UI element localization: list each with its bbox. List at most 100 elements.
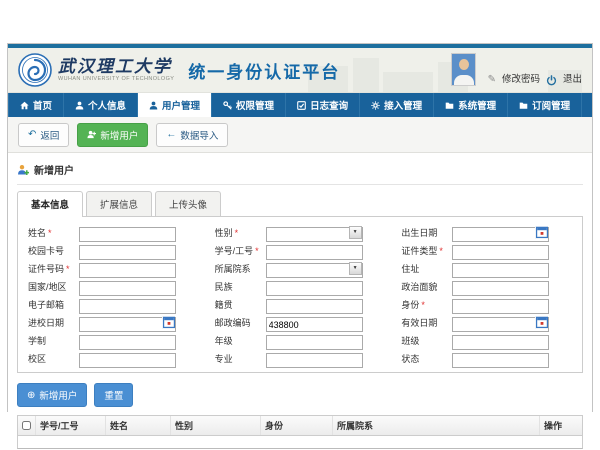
grade-input[interactable] [266, 335, 363, 350]
back-button[interactable]: ↶ 返回 [18, 123, 69, 147]
required-asterisk: * [255, 246, 259, 256]
dropdown-arrow-icon[interactable]: ▼ [349, 262, 362, 275]
nav-item-home[interactable]: 首页 [8, 93, 64, 117]
tab-extended-info[interactable]: 扩展信息 [86, 191, 152, 216]
reset-button[interactable]: 重置 [94, 383, 133, 407]
user-icon [149, 101, 158, 110]
field-label-id-number: 证件号码* [22, 262, 79, 275]
field-label-schooling-length: 学制 [22, 334, 79, 347]
form-field-id-type: 证件类型* [395, 242, 578, 258]
email-input[interactable] [79, 299, 176, 314]
campus-input[interactable] [79, 353, 176, 368]
pencil-icon: ✎ [488, 74, 496, 86]
form-field-native-place: 籍贯 [209, 296, 392, 312]
native-place-input[interactable] [266, 299, 363, 314]
field-label-gender: 性别* [209, 226, 266, 239]
field-label-department: 所属院系 [209, 262, 266, 275]
field-label-identity: 身份* [395, 298, 452, 311]
nav-item-label: 接入管理 [384, 98, 422, 112]
nav-item-label: 用户管理 [162, 98, 200, 112]
form-field-id-number: 证件号码* [22, 260, 205, 276]
campus-card-no-input[interactable] [79, 245, 176, 260]
postal-code-input[interactable] [266, 317, 363, 332]
nav-item-subscription-management[interactable]: 订阅管理 [508, 93, 582, 117]
schooling-length-input[interactable] [79, 335, 176, 350]
form-field-name: 姓名* [22, 224, 205, 240]
identity-input[interactable] [452, 299, 549, 314]
home-icon [20, 101, 29, 110]
nav-item-label: 日志查询 [310, 98, 348, 112]
skyline-decoration [383, 72, 433, 92]
class-input[interactable] [452, 335, 549, 350]
field-label-student-employee-id: 学号/工号* [209, 244, 266, 257]
new-user-form: 姓名*性别*▼出生日期校园卡号学号/工号*证件类型*证件号码*所属院系▼住址国家… [17, 216, 583, 373]
nav-item-log-query[interactable]: 日志查询 [286, 93, 360, 117]
nav-item-label: 订阅管理 [532, 98, 570, 112]
field-label-address: 住址 [395, 262, 452, 275]
required-asterisk: * [421, 300, 425, 310]
required-asterisk: * [439, 246, 443, 256]
select-all-checkbox[interactable] [22, 421, 31, 430]
name-input[interactable] [79, 227, 176, 242]
nav-item-personal-info[interactable]: 个人信息 [64, 93, 138, 117]
major-input[interactable] [266, 353, 363, 368]
required-asterisk: * [66, 264, 70, 274]
add-user-button[interactable]: 新增用户 [77, 123, 148, 147]
field-label-native-place: 籍贯 [209, 298, 266, 311]
change-password-link[interactable]: 修改密码 [502, 74, 540, 86]
required-asterisk: * [48, 228, 52, 238]
section-divider [17, 184, 583, 185]
logout-link[interactable]: 退出 [563, 74, 582, 86]
nav-item-system-management[interactable]: 系统管理 [434, 93, 508, 117]
field-label-class: 班级 [395, 334, 452, 347]
nav-item-label: 个人信息 [88, 98, 126, 112]
user-area: ✎ 修改密码 退出 [451, 53, 582, 88]
student-employee-id-input[interactable] [266, 245, 363, 260]
form-field-address: 住址 [395, 260, 578, 276]
field-label-postal-code: 邮政编码 [209, 316, 266, 329]
political-status-input[interactable] [452, 281, 549, 296]
add-user-section-icon [17, 164, 29, 176]
table-header-row: 学号/工号姓名性别身份所属院系操作 [18, 416, 582, 436]
form-field-postal-code: 邮政编码 [209, 314, 392, 330]
address-input[interactable] [452, 263, 549, 278]
tab-basic-info[interactable]: 基本信息 [17, 191, 83, 217]
field-label-campus: 校区 [22, 352, 79, 365]
dropdown-arrow-icon[interactable]: ▼ [349, 226, 362, 239]
status-input[interactable] [452, 353, 549, 368]
user-table: 学号/工号姓名性别身份所属院系操作 [17, 415, 583, 449]
nav-item-permission-management[interactable]: 权限管理 [212, 93, 286, 117]
reset-button-label: 重置 [104, 388, 123, 402]
field-label-name: 姓名* [22, 226, 79, 239]
university-name-en: WUHAN UNIVERSITY OF TECHNOLOGY [58, 76, 174, 83]
form-field-department: 所属院系 ▼ [209, 260, 392, 276]
nav-item-access-management[interactable]: 接入管理 [360, 93, 434, 117]
id-number-input[interactable] [79, 263, 176, 278]
platform-title: 统一身份认证平台 [188, 58, 340, 83]
country-region-input[interactable] [79, 281, 176, 296]
calendar-icon[interactable] [535, 226, 548, 239]
id-type-input[interactable] [452, 245, 549, 260]
data-import-button[interactable]: ← 数据导入 [156, 123, 228, 147]
field-label-grade: 年级 [209, 334, 266, 347]
form-field-class: 班级 [395, 332, 578, 348]
calendar-icon[interactable] [162, 316, 175, 329]
back-arrow-icon: ↶ [28, 130, 36, 139]
tab-upload-avatar[interactable]: 上传头像 [155, 191, 221, 216]
add-user-icon [87, 130, 96, 139]
submit-add-user-button[interactable]: ⊕ 新增用户 [17, 383, 87, 407]
table-header-1: 学号/工号 [36, 416, 106, 435]
table-header-6: 操作 [540, 416, 582, 435]
form-field-valid-date: 有效日期 [395, 314, 578, 330]
field-label-major: 专业 [209, 352, 266, 365]
skyline-decoration [353, 58, 379, 92]
table-header-4: 身份 [261, 416, 333, 435]
form-field-campus: 校区 [22, 350, 205, 366]
field-label-id-type: 证件类型* [395, 244, 452, 257]
nav-item-user-management[interactable]: 用户管理 [138, 93, 212, 117]
table-header-5: 所属院系 [333, 416, 540, 435]
calendar-icon[interactable] [535, 316, 548, 329]
ethnicity-input[interactable] [266, 281, 363, 296]
main-nav: 首页 个人信息 用户管理权限管理 日志查询 接入管理系统管理 订阅管理 [8, 93, 592, 117]
form-tabs: 基本信息扩展信息上传头像 [17, 191, 583, 216]
